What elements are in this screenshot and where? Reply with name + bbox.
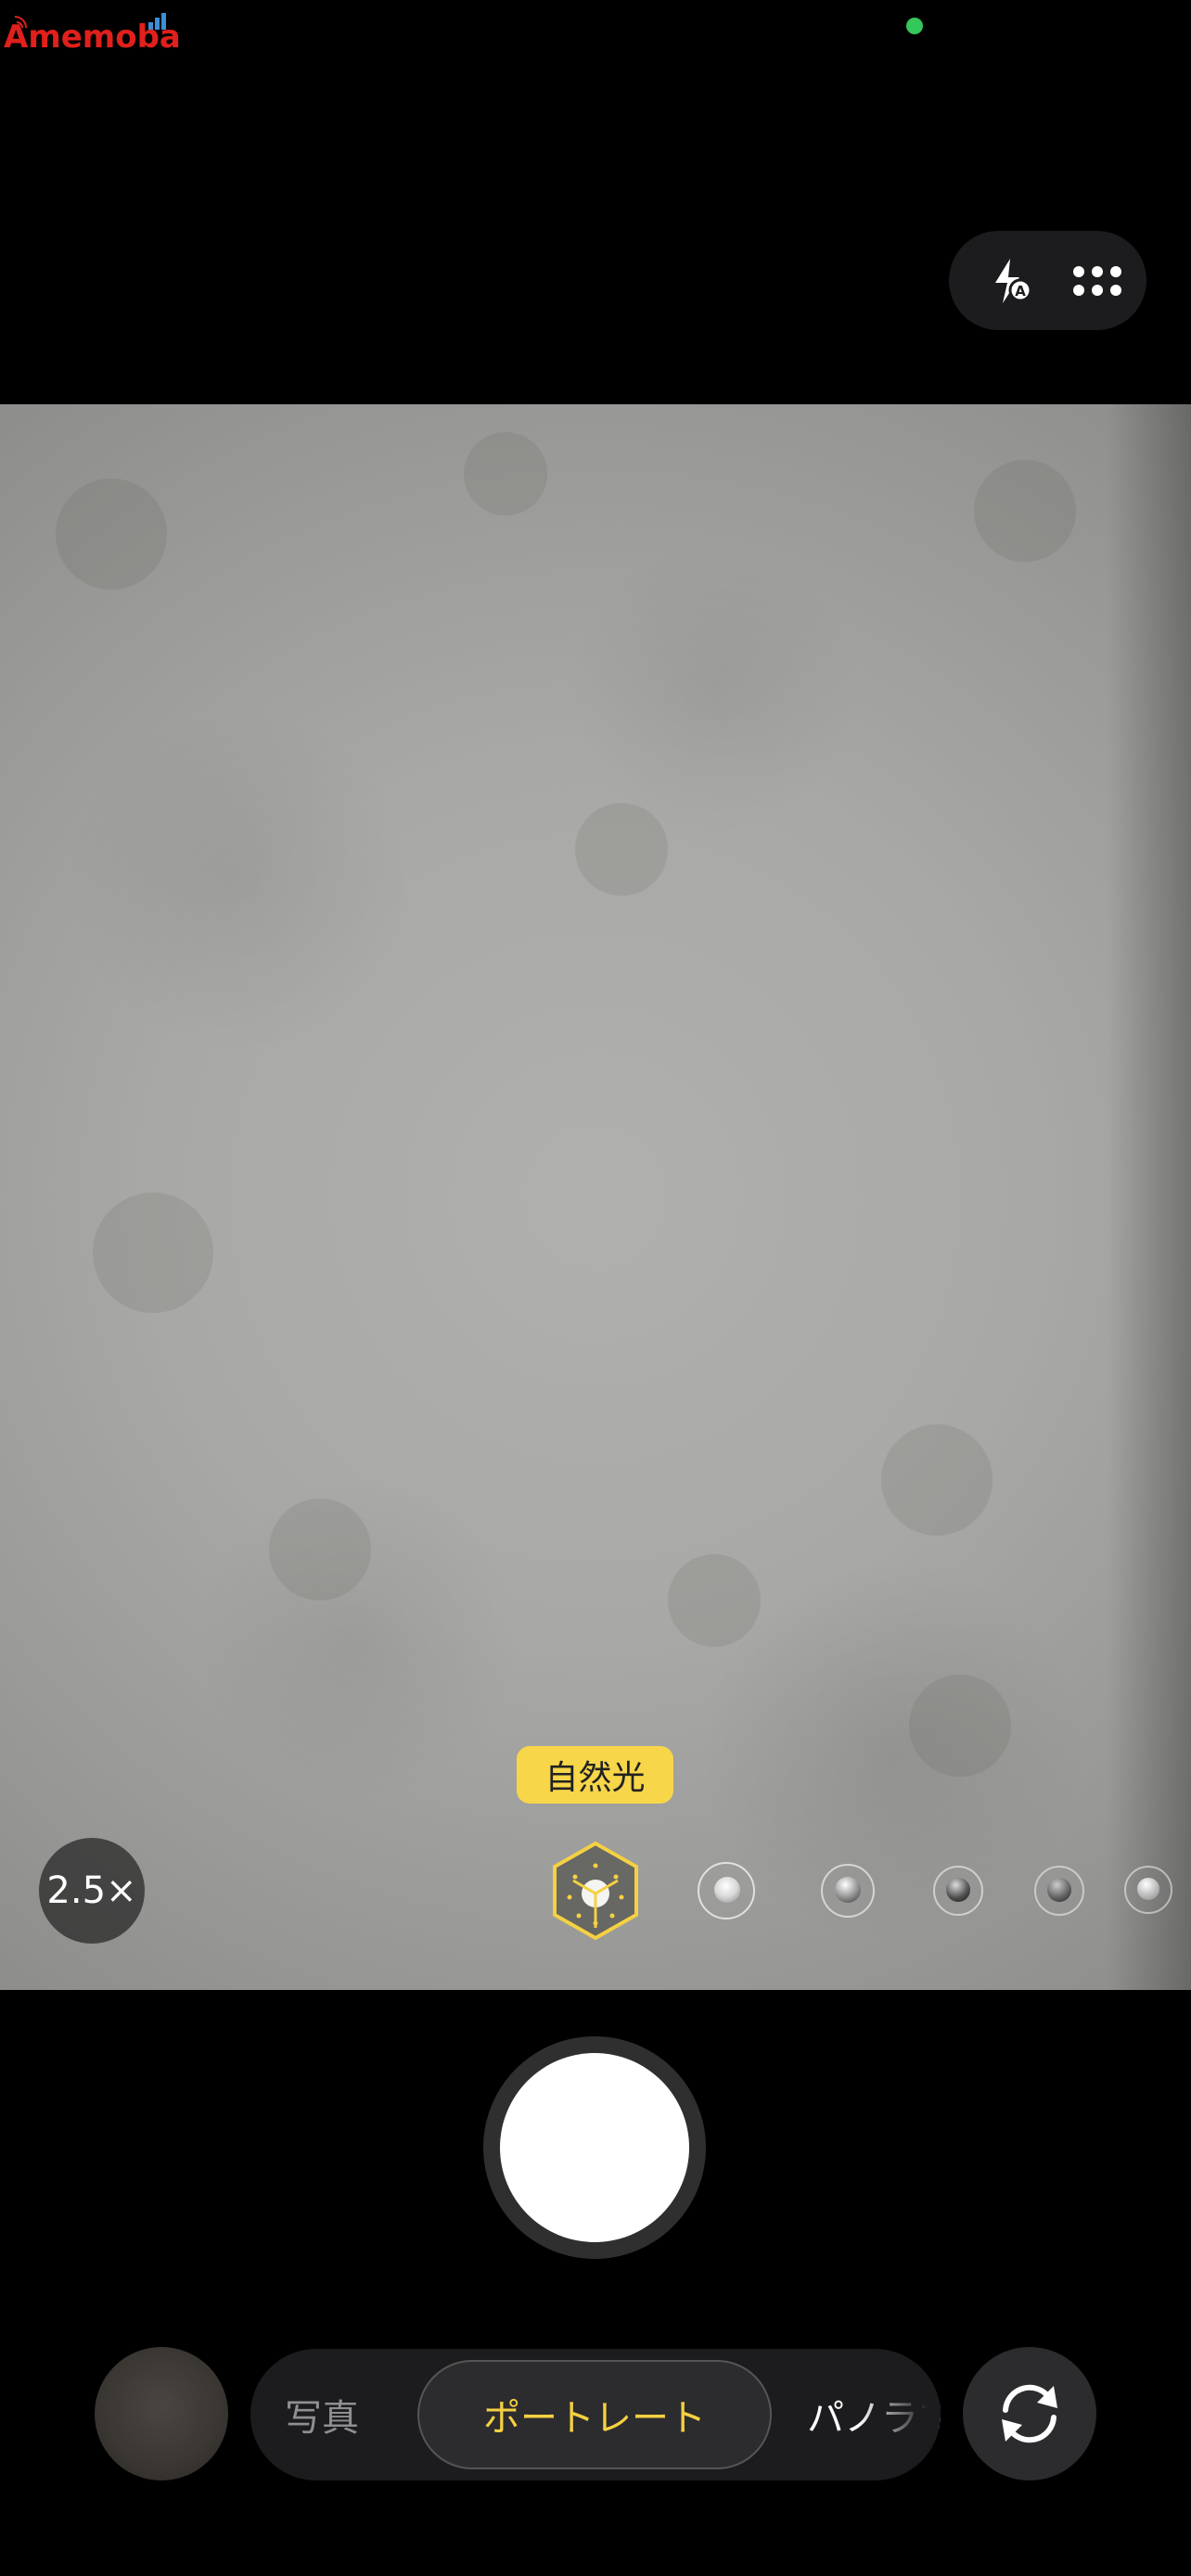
- last-photo-thumbnail[interactable]: [95, 2347, 228, 2480]
- watermark-logo: Amemoba: [4, 9, 181, 56]
- lighting-effect-label: 自然光: [517, 1746, 673, 1804]
- lighting-option-high-key-mono[interactable]: [1124, 1866, 1172, 1914]
- mode-portrait[interactable]: ポートレート: [417, 2360, 772, 2469]
- camera-flip-icon: [1002, 2384, 1057, 2443]
- natural-light-icon: [553, 1841, 638, 1941]
- lighting-option-stage-mono[interactable]: [1034, 1866, 1084, 1916]
- zoom-button[interactable]: 2.5×: [39, 1838, 145, 1944]
- mode-bar-fade: [857, 2349, 941, 2480]
- top-controls: A: [949, 231, 1146, 330]
- mode-photo[interactable]: 写真: [285, 2349, 359, 2480]
- camera-in-use-indicator: [906, 18, 923, 34]
- lighting-option-natural[interactable]: [547, 1840, 644, 1942]
- lighting-option-contour[interactable]: [821, 1864, 875, 1918]
- camera-mode-selector: 写真 ポートレート パノラマ: [250, 2349, 941, 2480]
- svg-text:A: A: [1015, 283, 1026, 300]
- lighting-option-studio[interactable]: [698, 1862, 755, 1919]
- lighting-option-stage[interactable]: [933, 1866, 983, 1916]
- shutter-button[interactable]: [483, 2036, 706, 2259]
- flash-auto-icon[interactable]: A: [982, 253, 1038, 309]
- watermark-text: Amemoba: [4, 19, 181, 56]
- camera-flip-button[interactable]: [963, 2347, 1096, 2480]
- more-options-icon[interactable]: [1069, 253, 1125, 309]
- shutter-core: [500, 2053, 689, 2242]
